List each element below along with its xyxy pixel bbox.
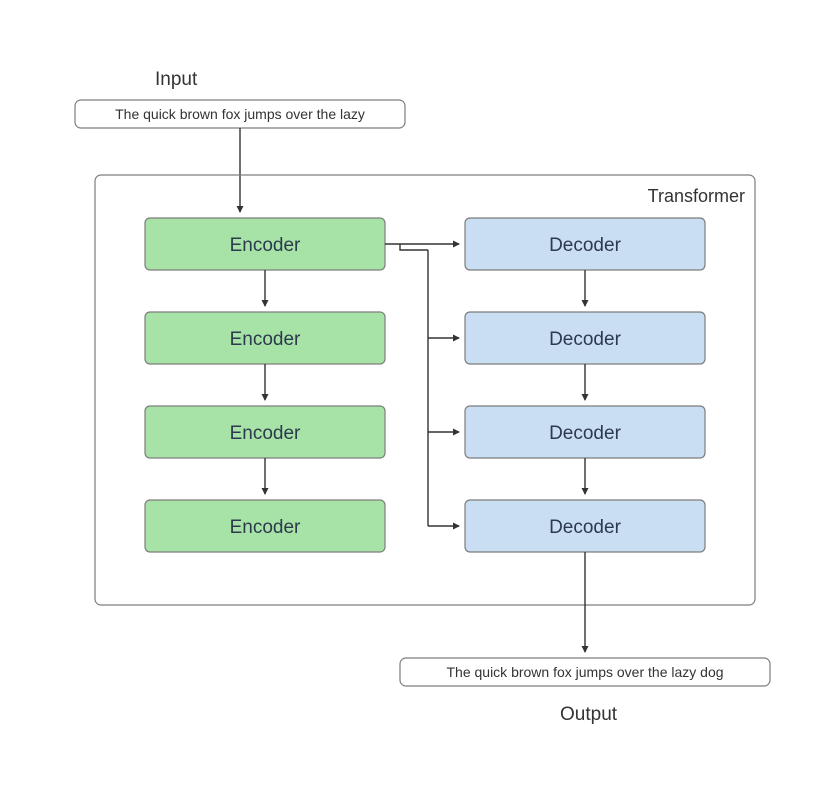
input-label: Input [155, 69, 198, 90]
encoder-1-label: Encoder [230, 235, 301, 256]
cross-spine-feed [400, 244, 428, 250]
transformer-diagram: Input The quick brown fox jumps over the… [0, 0, 840, 800]
transformer-label: Transformer [648, 186, 745, 206]
encoder-3-label: Encoder [230, 423, 301, 444]
encoder-2-label: Encoder [230, 329, 301, 350]
encoder-4-label: Encoder [230, 517, 301, 538]
decoder-1-label: Decoder [549, 235, 621, 256]
decoder-2-label: Decoder [549, 329, 621, 350]
output-label: Output [560, 704, 618, 725]
decoder-3-label: Decoder [549, 423, 621, 444]
decoder-4-label: Decoder [549, 517, 621, 538]
input-text: The quick brown fox jumps over the lazy [115, 106, 365, 122]
output-text: The quick brown fox jumps over the lazy … [446, 664, 723, 680]
